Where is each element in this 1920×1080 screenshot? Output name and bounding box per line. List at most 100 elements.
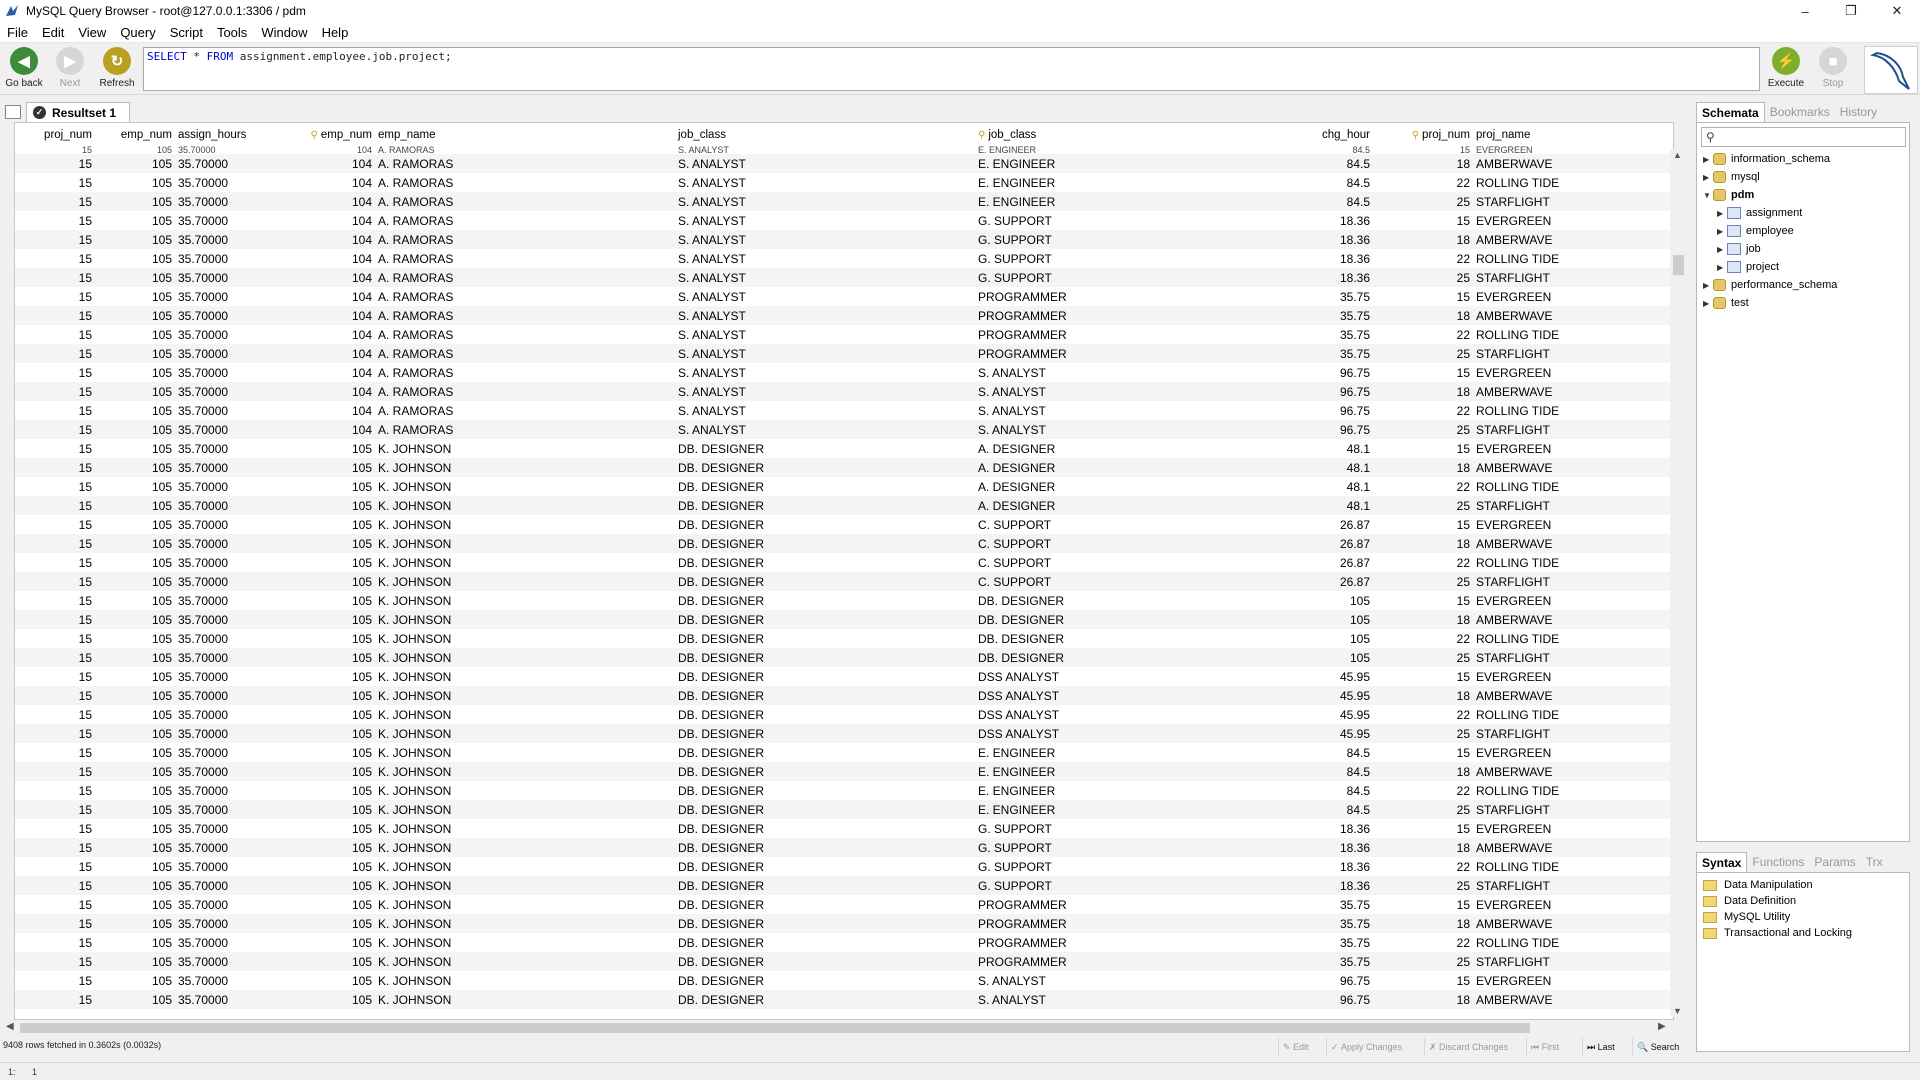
- table-cell[interactable]: AMBERWAVE: [1473, 382, 1671, 401]
- table-cell[interactable]: 105: [255, 933, 375, 952]
- table-cell[interactable]: 22: [1373, 325, 1473, 344]
- table-cell[interactable]: 25: [1373, 496, 1473, 515]
- table-cell[interactable]: 15: [15, 914, 95, 933]
- table-cell[interactable]: 35.70000: [175, 572, 255, 591]
- table-cell[interactable]: 105: [95, 553, 175, 572]
- table-cell[interactable]: S. ANALYST: [675, 268, 975, 287]
- table-cell[interactable]: 84.5: [1273, 800, 1373, 819]
- table-row[interactable]: 15 105 35.70000 104 A. RAMORAS S. ANALYST S. A…: [15, 382, 1671, 401]
- table-cell[interactable]: 35.70000: [175, 838, 255, 857]
- table-cell[interactable]: 104: [255, 287, 375, 306]
- table-cell[interactable]: 35.70000: [175, 534, 255, 553]
- table-cell[interactable]: 35.75: [1273, 325, 1373, 344]
- table-cell[interactable]: 35.70000: [175, 971, 255, 990]
- table-cell[interactable]: 104: [255, 249, 375, 268]
- table-cell[interactable]: K. JOHNSON: [375, 629, 675, 648]
- table-cell[interactable]: K. JOHNSON: [375, 610, 675, 629]
- table-cell[interactable]: 35.70000: [175, 800, 255, 819]
- table-cell[interactable]: K. JOHNSON: [375, 458, 675, 477]
- table-cell[interactable]: 105: [255, 496, 375, 515]
- table-cell[interactable]: K. JOHNSON: [375, 933, 675, 952]
- table-cell[interactable]: 35.70000: [175, 192, 255, 211]
- table-cell[interactable]: K. JOHNSON: [375, 914, 675, 933]
- table-cell[interactable]: 35.70000: [175, 781, 255, 800]
- table-cell[interactable]: K. JOHNSON: [375, 515, 675, 534]
- column-header-key[interactable]: ⚲ job_class: [975, 123, 1273, 146]
- close-icon[interactable]: ✕: [1874, 0, 1920, 22]
- table-cell[interactable]: 105: [95, 439, 175, 458]
- table-cell[interactable]: 104: [255, 344, 375, 363]
- table-cell[interactable]: 105: [255, 819, 375, 838]
- table-cell[interactable]: PROGRAMMER: [975, 325, 1273, 344]
- table-cell[interactable]: A. RAMORAS: [375, 306, 675, 325]
- expand-right-icon[interactable]: ▶: [1717, 209, 1727, 218]
- table-cell[interactable]: S. ANALYST: [675, 154, 975, 173]
- table-cell[interactable]: 15: [15, 610, 95, 629]
- table-cell[interactable]: 15: [15, 724, 95, 743]
- table-cell[interactable]: PROGRAMMER: [975, 914, 1273, 933]
- syntax-item[interactable]: Data Definition: [1703, 895, 1796, 907]
- table-cell[interactable]: ROLLING TIDE: [1473, 781, 1671, 800]
- table-cell[interactable]: 25: [1373, 800, 1473, 819]
- table-cell[interactable]: DSS ANALYST: [975, 705, 1273, 724]
- table-row[interactable]: 15 105 35.70000 105 K. JOHNSON DB. DESIGNER C.…: [15, 534, 1671, 553]
- table-cell[interactable]: DB. DESIGNER: [675, 572, 975, 591]
- table-cell[interactable]: AMBERWAVE: [1473, 610, 1671, 629]
- table-cell[interactable]: S. ANALYST: [975, 990, 1273, 1009]
- table-cell[interactable]: 18: [1373, 534, 1473, 553]
- table-cell[interactable]: EVERGREEN: [1473, 363, 1671, 382]
- table-cell[interactable]: DB. DESIGNER: [675, 952, 975, 971]
- table-row[interactable]: 15 105 35.70000 104 A. RAMORAS S. ANALYST G. S…: [15, 268, 1671, 287]
- table-cell[interactable]: A. RAMORAS: [375, 268, 675, 287]
- edit-button[interactable]: ✎ Edit: [1278, 1038, 1324, 1056]
- table-cell[interactable]: 35.70000: [175, 249, 255, 268]
- table-cell[interactable]: 105: [95, 268, 175, 287]
- table-cell[interactable]: 15: [15, 268, 95, 287]
- table-cell[interactable]: 15: [15, 496, 95, 515]
- table-row[interactable]: 15 105 35.70000 105 K. JOHNSON DB. DESIGNER C.…: [15, 553, 1671, 572]
- table-cell[interactable]: 105: [95, 344, 175, 363]
- table-cell[interactable]: AMBERWAVE: [1473, 762, 1671, 781]
- table-cell[interactable]: 105: [95, 686, 175, 705]
- expand-right-icon[interactable]: ▶: [1703, 299, 1713, 308]
- table-cell[interactable]: 105: [95, 629, 175, 648]
- table-cell[interactable]: K. JOHNSON: [375, 876, 675, 895]
- refresh-button[interactable]: ↻ Refresh: [95, 47, 139, 93]
- table-cell[interactable]: 96.75: [1273, 990, 1373, 1009]
- table-cell[interactable]: ROLLING TIDE: [1473, 173, 1671, 192]
- table-cell[interactable]: 15: [15, 477, 95, 496]
- table-cell[interactable]: 105: [95, 154, 175, 173]
- table-cell[interactable]: EVERGREEN: [1473, 287, 1671, 306]
- table-cell[interactable]: C. SUPPORT: [975, 534, 1273, 553]
- table-cell[interactable]: 35.70000: [175, 344, 255, 363]
- table-cell[interactable]: 105: [95, 173, 175, 192]
- table-row[interactable]: 15 105 35.70000 105 K. JOHNSON DB. DESIGNER DS…: [15, 705, 1671, 724]
- table-cell[interactable]: A. RAMORAS: [375, 325, 675, 344]
- table-cell[interactable]: 105: [255, 667, 375, 686]
- table-cell[interactable]: STARFLIGHT: [1473, 952, 1671, 971]
- table-cell[interactable]: 96.75: [1273, 363, 1373, 382]
- tab-functions[interactable]: Functions: [1747, 852, 1809, 872]
- table-cell[interactable]: 35.75: [1273, 287, 1373, 306]
- table-cell[interactable]: 105: [255, 857, 375, 876]
- table-cell[interactable]: 35.70000: [175, 629, 255, 648]
- table-cell[interactable]: 35.70000: [175, 857, 255, 876]
- table-cell[interactable]: K. JOHNSON: [375, 553, 675, 572]
- table-cell[interactable]: C. SUPPORT: [975, 515, 1273, 534]
- table-cell[interactable]: G. SUPPORT: [975, 249, 1273, 268]
- table-cell[interactable]: 22: [1373, 173, 1473, 192]
- table-cell[interactable]: 15: [1373, 211, 1473, 230]
- table-cell[interactable]: 35.70000: [175, 610, 255, 629]
- table-cell[interactable]: STARFLIGHT: [1473, 572, 1671, 591]
- table-cell[interactable]: E. ENGINEER: [975, 743, 1273, 762]
- table-cell[interactable]: 35.70000: [175, 306, 255, 325]
- table-cell[interactable]: 15: [15, 154, 95, 173]
- table-cell[interactable]: AMBERWAVE: [1473, 230, 1671, 249]
- table-row[interactable]: 15 105 35.70000 104 A. RAMORAS S. ANALYST S. A…: [15, 420, 1671, 439]
- table-cell[interactable]: EVERGREEN: [1473, 743, 1671, 762]
- table-row[interactable]: 15 105 35.70000 104 A. RAMORAS S. ANALYST PROG…: [15, 287, 1671, 306]
- table-cell[interactable]: 105: [95, 838, 175, 857]
- table-cell[interactable]: PROGRAMMER: [975, 895, 1273, 914]
- table-row[interactable]: 15 105 35.70000 104 A. RAMORAS S. ANALYST PROG…: [15, 306, 1671, 325]
- table-cell[interactable]: DB. DESIGNER: [675, 762, 975, 781]
